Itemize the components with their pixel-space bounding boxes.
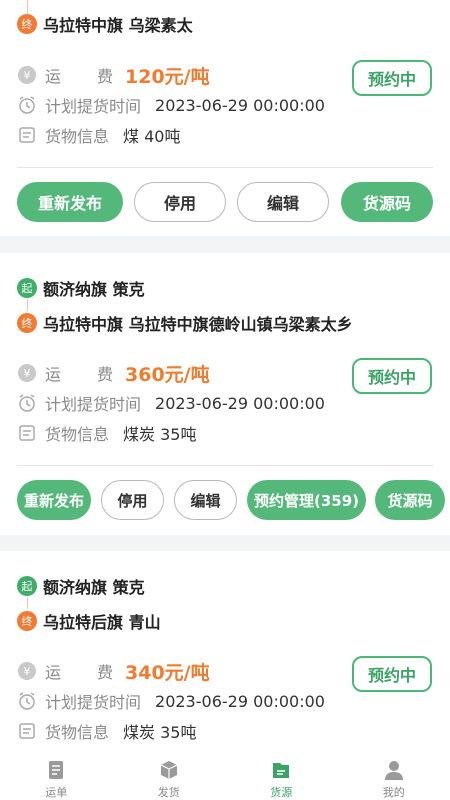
pickup-time-label: 计划提货时间 — [45, 693, 142, 712]
pickup-time-label: 计划提货时间 — [45, 97, 142, 116]
document-icon — [17, 125, 37, 145]
yuan-icon: ¥ — [17, 661, 37, 681]
fee-value: 360元/吨 — [125, 363, 210, 386]
cargo-info-row: 货物信息 煤 40吨 — [17, 123, 180, 147]
cargo-info-value: 煤炭 35吨 — [123, 723, 197, 742]
fee-label: 运费 — [45, 663, 113, 682]
cargo-card[interactable]: 终 乌拉特中旗 乌梁素太 ¥ 运费 120元/吨 预约中 计划提货时间 2023… — [0, 0, 450, 236]
route-start: 起 额济纳旗 策克 — [17, 277, 145, 299]
source-code-button[interactable]: 货源码 — [341, 182, 433, 222]
cargo-info-value: 煤炭 35吨 — [123, 425, 197, 444]
end-marker-icon: 终 — [17, 313, 37, 333]
tab-label: 货源 — [270, 786, 293, 799]
route-end: 终 乌拉特中旗 乌拉特中旗德岭山镇乌梁素太乡 — [17, 312, 353, 334]
tab-cargo-source[interactable]: 货源 — [225, 751, 338, 800]
cargo-info-value: 煤 40吨 — [123, 127, 181, 146]
republish-button[interactable]: 重新发布 — [17, 480, 91, 520]
status-badge: 预约中 — [352, 656, 432, 692]
yuan-icon: ¥ — [17, 65, 37, 85]
edit-button[interactable]: 编辑 — [174, 480, 237, 520]
cargo-info-row: 货物信息 煤炭 35吨 — [17, 719, 196, 743]
route-connector — [27, 299, 28, 311]
yuan-icon: ¥ — [17, 363, 37, 383]
edit-button[interactable]: 编辑 — [237, 182, 329, 222]
cargo-info-row: 货物信息 煤炭 35吨 — [17, 421, 196, 445]
cargo-card[interactable]: 起 额济纳旗 策克 终 乌拉特中旗 乌拉特中旗德岭山镇乌梁素太乡 ¥ 运费 36… — [0, 253, 450, 535]
republish-button[interactable]: 重新发布 — [17, 182, 123, 222]
status-badge: 预约中 — [352, 60, 432, 96]
pickup-time-row: 计划提货时间 2023-06-29 00:00:00 — [17, 391, 325, 415]
start-location: 额济纳旗 策克 — [43, 280, 145, 299]
cargo-source-icon — [270, 759, 292, 781]
tab-ship[interactable]: 发货 — [113, 751, 226, 800]
tab-label: 我的 — [382, 786, 405, 799]
pickup-time-row: 计划提货时间 2023-06-29 00:00:00 — [17, 689, 325, 713]
end-location: 乌拉特中旗 乌拉特中旗德岭山镇乌梁素太乡 — [43, 315, 353, 334]
fee-label: 运费 — [45, 67, 113, 86]
pickup-time-value: 2023-06-29 00:00:00 — [155, 691, 325, 711]
cargo-info-label: 货物信息 — [45, 425, 110, 444]
fee-value: 340元/吨 — [125, 661, 210, 684]
waybill-icon — [45, 759, 67, 781]
fee-value: 120元/吨 — [125, 65, 210, 88]
cargo-info-label: 货物信息 — [45, 127, 110, 146]
svg-text:¥: ¥ — [24, 69, 31, 82]
alarm-clock-icon — [17, 393, 37, 413]
route-start: 起 额济纳旗 策克 — [17, 575, 145, 597]
disable-button[interactable]: 停用 — [134, 182, 226, 222]
profile-icon — [383, 759, 405, 781]
alarm-clock-icon — [17, 691, 37, 711]
bottom-tab-bar: 运单 发货 货源 我的 — [0, 751, 450, 800]
divider — [17, 465, 433, 466]
start-location: 额济纳旗 策克 — [43, 578, 145, 597]
route-end: 终 乌拉特中旗 乌梁素太 — [17, 13, 193, 35]
svg-text:¥: ¥ — [24, 665, 31, 678]
end-location: 乌拉特中旗 乌梁素太 — [43, 16, 193, 35]
tab-label: 运单 — [45, 786, 68, 799]
tab-profile[interactable]: 我的 — [338, 751, 450, 800]
source-code-button[interactable]: 货源码 — [375, 480, 445, 520]
start-marker-icon: 起 — [17, 278, 37, 298]
svg-text:¥: ¥ — [24, 367, 31, 380]
end-location: 乌拉特后旗 青山 — [43, 613, 161, 632]
status-badge: 预约中 — [352, 358, 432, 394]
ship-icon — [158, 759, 180, 781]
disable-button[interactable]: 停用 — [101, 480, 164, 520]
route-connector — [27, 597, 28, 609]
cargo-card[interactable]: 起 额济纳旗 策克 终 乌拉特后旗 青山 ¥ 运费 340元/吨 预约中 计划提… — [0, 551, 450, 751]
reservation-manage-button[interactable]: 预约管理(359) — [247, 480, 366, 520]
tab-waybill[interactable]: 运单 — [0, 751, 113, 800]
route-end: 终 乌拉特后旗 青山 — [17, 610, 161, 632]
fee-row: ¥ 运费 120元/吨 — [17, 63, 210, 88]
document-icon — [17, 721, 37, 741]
pickup-time-value: 2023-06-29 00:00:00 — [155, 95, 325, 115]
pickup-time-value: 2023-06-29 00:00:00 — [155, 393, 325, 413]
fee-label: 运费 — [45, 365, 113, 384]
route-connector — [27, 0, 28, 14]
start-marker-icon: 起 — [17, 576, 37, 596]
fee-row: ¥ 运费 360元/吨 — [17, 361, 210, 386]
divider — [17, 167, 433, 168]
cargo-info-label: 货物信息 — [45, 723, 110, 742]
fee-row: ¥ 运费 340元/吨 — [17, 659, 210, 684]
alarm-clock-icon — [17, 95, 37, 115]
tab-label: 发货 — [157, 786, 180, 799]
end-marker-icon: 终 — [17, 611, 37, 631]
document-icon — [17, 423, 37, 443]
pickup-time-row: 计划提货时间 2023-06-29 00:00:00 — [17, 93, 325, 117]
end-marker-icon: 终 — [17, 14, 37, 34]
pickup-time-label: 计划提货时间 — [45, 395, 142, 414]
